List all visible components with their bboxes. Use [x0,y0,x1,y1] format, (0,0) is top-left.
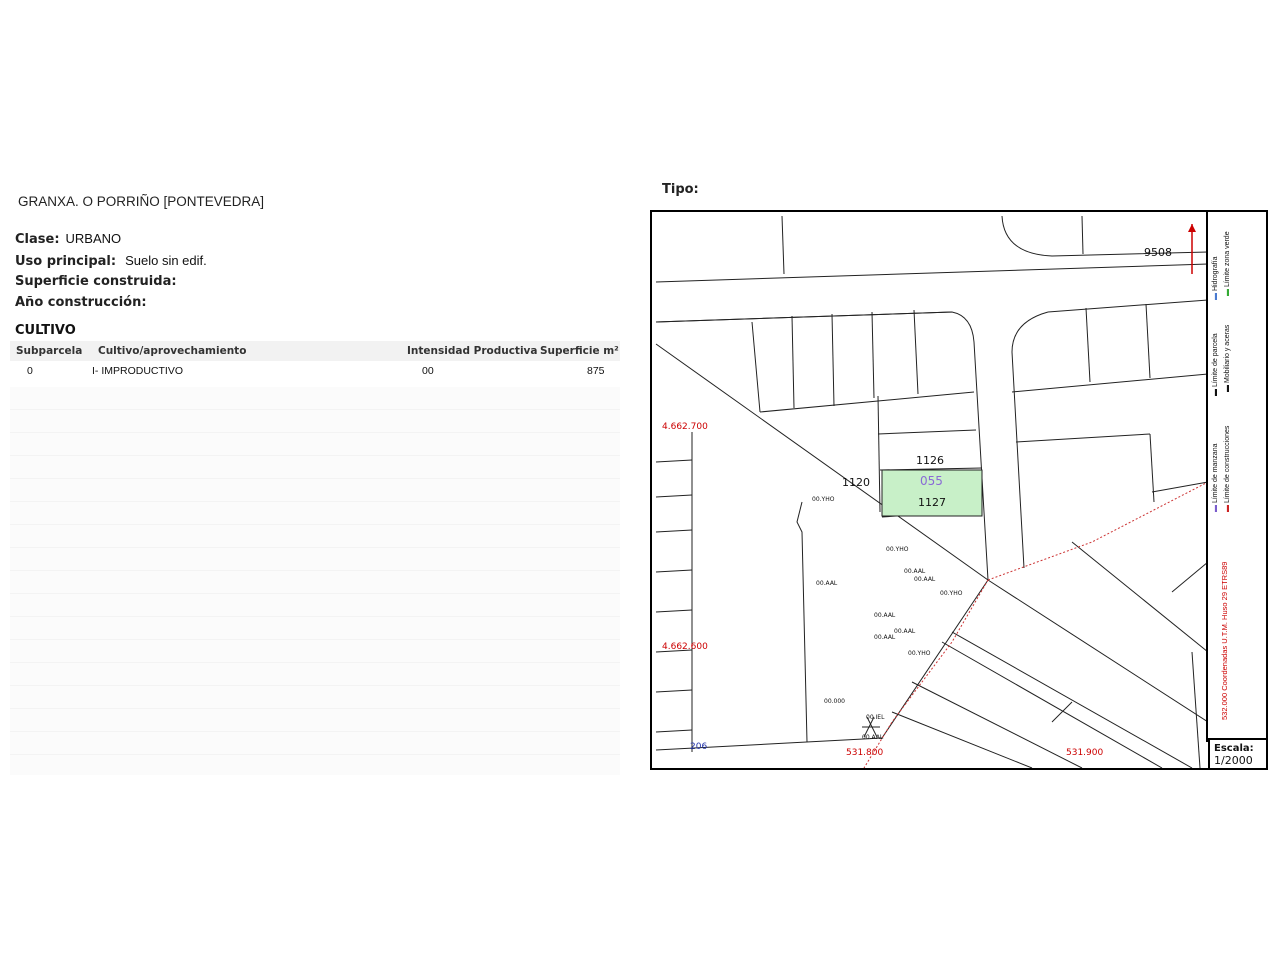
parcel-line [759,391,975,413]
land-code: 00.AAL [914,576,936,583]
field-clase: Clase: URBANO [15,231,121,247]
land-code: 00.AAL [904,568,926,575]
parcel-line [891,711,1033,768]
parcel-line [655,494,693,498]
parcel-line [655,689,693,693]
land-code: 00.AAL [874,612,896,619]
field-anio-construccion: Año construcción: [15,295,147,310]
parcel-line [831,313,835,407]
cell-cultivo: I- IMPRODUCTIVO [92,365,183,377]
parcel-number: 1126 [916,454,944,467]
legend-zona-verde: ▬ Límite zona verde [1224,231,1231,296]
parcel-line [655,729,693,733]
land-code: 00.AAL [816,580,838,587]
parcel-line [877,429,977,435]
scale-box: Escala: 1/2000 [1208,738,1266,768]
coordinate-label: 531.900 [1066,748,1104,758]
map-drawing [655,215,1208,768]
parcel-line [1015,433,1151,443]
scale-value: 1/2000 [1214,754,1253,767]
legend-manzana: ▬ Límite de manzana [1212,443,1219,513]
parcel-line [655,609,693,613]
parcel-line [1011,373,1208,393]
parcel-number-highlight: 055 [920,474,943,488]
parcel-line [1171,561,1208,593]
parcel-line [655,459,693,463]
field-superficie-construida: Superficie construida: [15,274,177,289]
coordinate-label: 206 [690,742,708,752]
parcel-line [791,315,795,409]
table-header: Subparcela Cultivo/aprovechamiento Inten… [10,341,620,361]
coordinate-label: 4.662.600 [662,642,708,652]
parcel-line [1151,481,1208,493]
parcel-line [1071,541,1208,653]
uso-value: Suelo sin edif. [125,253,207,268]
street-line [655,263,1208,283]
parcel-line [781,215,785,275]
header-intensidad: Intensidad Productiva [407,345,538,357]
parcel-number: 9508 [1144,246,1172,259]
parcel-line [987,579,1208,723]
header-subparcela: Subparcela [16,345,83,357]
parcel-line [1191,651,1201,768]
cultivo-title: CULTIVO [15,323,76,338]
land-code: 00.YHO [812,496,835,503]
parcel-line [941,641,1163,768]
cell-superficie: 875 [587,365,605,377]
legend-hidrografia: ▬ Hidrografía [1212,256,1219,300]
land-code: 00.IEL [866,714,885,721]
parcel-line [796,501,808,743]
parcel-line [1081,215,1084,255]
field-uso-principal: Uso principal: Suelo sin edif. [15,253,207,269]
clase-label: Clase: [15,232,60,247]
header-cultivo: Cultivo/aprovechamiento [98,345,247,357]
land-code: 00.000 [824,698,845,705]
parcel-line [655,529,693,533]
parcel-line [655,569,693,573]
coordinate-label: 531.800 [846,748,884,758]
boundary-dashed [987,481,1208,581]
land-code: 00.AAL [894,628,916,635]
map-legend: ▬ Límite de manzana ▬ Límite de parcela … [1206,212,1266,742]
land-code: 00.YHO [908,650,931,657]
table-empty-area [10,387,620,775]
parcel-line [1051,701,1073,723]
parcel-line [1085,307,1091,383]
land-code: 00.AAL [874,634,896,641]
land-code: 00.AAL [862,734,884,741]
parcel-line [1145,303,1151,379]
cell-subparcela: 0 [27,365,33,377]
projection-label: 532.000 Coordenadas U.T.M. Huso 29 ETRS8… [1220,561,1229,720]
superficie-label: Superficie construida: [15,274,177,289]
anio-label: Año construcción: [15,295,147,310]
land-code: 00.YHO [940,590,963,597]
parcel-line [751,321,761,413]
table-row: 0 I- IMPRODUCTIVO 00 875 [10,361,620,381]
block-outline [655,311,989,581]
legend-mobiliario: ▬ Mobiliario y aceras [1224,324,1231,392]
tipo-label: Tipo: [662,182,699,197]
legend-parcela: ▬ Límite de parcela [1212,333,1219,396]
uso-label: Uso principal: [15,254,117,269]
parcel-line [913,309,919,395]
legend-construcciones: ▬ Límite de construcciones [1224,425,1231,512]
parcel-line [871,311,875,399]
scale-label: Escala: [1214,743,1254,754]
cultivo-table: Subparcela Cultivo/aprovechamiento Inten… [10,341,620,381]
parcel-line [1047,299,1208,313]
parcel-number: 1120 [842,476,870,489]
parcel-line [1001,215,1208,257]
clase-value: URBANO [65,231,122,246]
parcel-line [911,681,1083,768]
land-code: 00.YHO [886,546,909,553]
cell-intensidad: 00 [422,365,434,377]
parcel-line [877,395,881,513]
coordinate-label: 4.662.700 [662,422,708,432]
north-arrow-icon [1188,224,1196,274]
property-info-panel: GRANXA. O PORRIÑO [PONTEVEDRA] Clase: URB… [0,175,622,775]
parcel-number: 1127 [918,496,946,509]
property-location: GRANXA. O PORRIÑO [PONTEVEDRA] [18,194,265,209]
cadastral-map: 9508 1126 055 1127 1120 4.662.700 4.662.… [650,210,1268,770]
header-superficie: Superficie m² [540,345,619,357]
